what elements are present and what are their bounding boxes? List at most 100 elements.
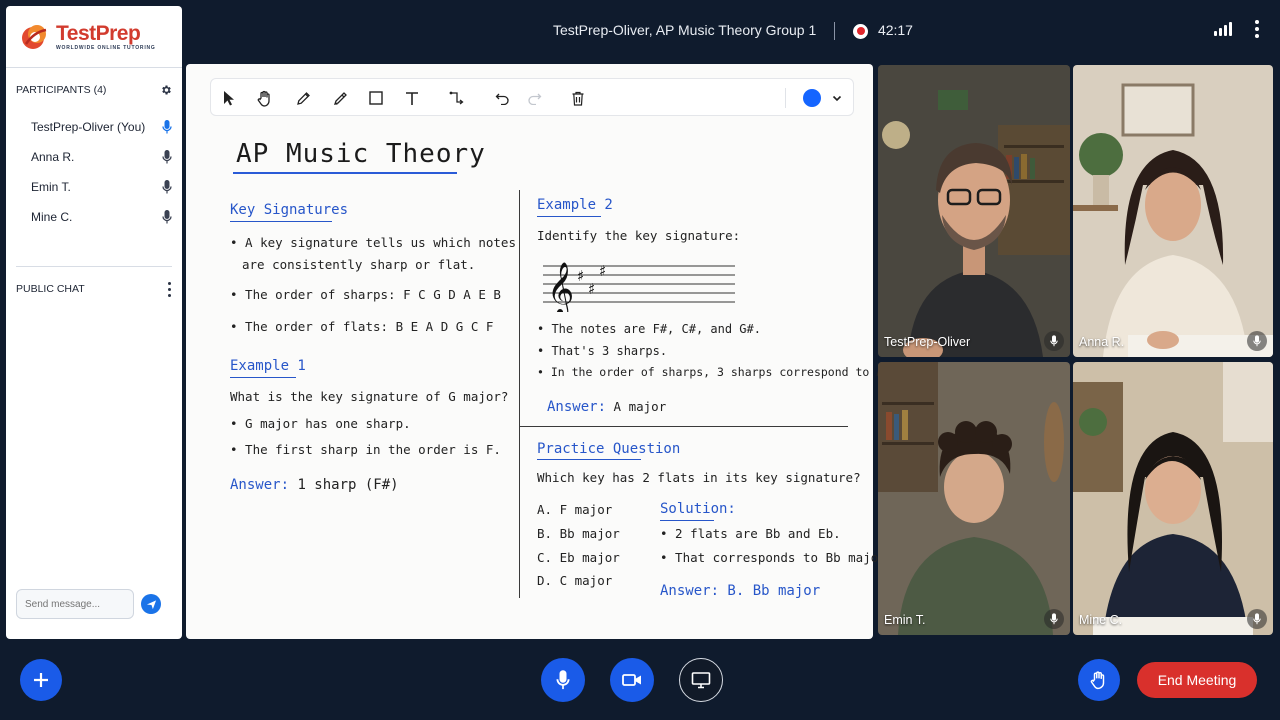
connection-signal-icon[interactable] [1214, 22, 1232, 36]
delete-trash-icon[interactable] [568, 88, 588, 108]
connector-tool-icon[interactable] [447, 88, 467, 108]
mic-icon[interactable] [1044, 331, 1064, 351]
mic-icon[interactable] [162, 150, 172, 164]
pencil-tool-icon[interactable] [293, 88, 313, 108]
rectangle-tool-icon[interactable] [366, 88, 386, 108]
participant-video [878, 65, 1070, 357]
video-name-label: Mine C. [1079, 613, 1123, 627]
chat-options-icon[interactable] [166, 281, 172, 297]
mic-icon[interactable] [1247, 331, 1267, 351]
add-button[interactable] [20, 659, 62, 701]
participant-name: TestPrep-Oliver (You) [31, 120, 146, 134]
screen-share-button[interactable] [679, 658, 723, 702]
example-1-point-1: • G major has one sharp. [230, 416, 411, 431]
chevron-down-icon[interactable] [827, 88, 847, 108]
pen-color-swatch[interactable] [803, 89, 821, 107]
testprep-logo-icon [22, 24, 47, 49]
option-a: A. F major [537, 502, 613, 517]
heading-underline [660, 520, 714, 521]
top-bar: TestPrep-Oliver, AP Music Theory Group 1… [186, 0, 1280, 64]
hand-tool-icon[interactable] [255, 88, 275, 108]
video-tile-mine[interactable]: Mine C. [1073, 362, 1273, 635]
more-options-icon[interactable] [1254, 20, 1260, 38]
meeting-title: TestPrep-Oliver, AP Music Theory Group 1 [553, 22, 817, 38]
sidebar: TestPrep WORLDWIDE ONLINE TUTORING PARTI… [6, 6, 182, 639]
heading-underline [537, 459, 641, 460]
example-1-point-2: • The first sharp in the order is F. [230, 442, 501, 457]
svg-text:♯: ♯ [577, 267, 584, 285]
music-staff-key-signature: 𝄞 ♯ ♯ ♯ [543, 261, 735, 312]
example-2-point-1: • The notes are F#, C#, and G#. [537, 322, 761, 336]
order-of-sharps: • The order of sharps: F C G D A E B [230, 287, 501, 302]
svg-text:𝄞: 𝄞 [547, 261, 574, 312]
mic-icon[interactable] [162, 180, 172, 194]
settings-gear-icon[interactable] [160, 84, 172, 96]
participant-video [1073, 362, 1273, 635]
participant-video [1073, 65, 1273, 357]
microphone-button[interactable] [541, 658, 585, 702]
end-meeting-button[interactable]: End Meeting [1137, 662, 1257, 698]
example-1-answer: Answer: 1 sharp (F#) [230, 477, 399, 493]
heading-underline [537, 216, 601, 217]
participant-list: TestPrep-Oliver (You) Anna R. Emin T. Mi… [6, 112, 182, 232]
option-b: B. Bb major [537, 526, 620, 541]
solution-point-2: • That corresponds to Bb major. [660, 550, 894, 565]
participant-item[interactable]: Anna R. [6, 142, 182, 172]
title-underline [233, 172, 457, 174]
key-signatures-heading: Key Signatures [230, 202, 349, 218]
send-icon [146, 599, 156, 609]
redo-icon[interactable] [524, 88, 544, 108]
mic-icon [556, 670, 570, 690]
answer-label: Answer: [230, 477, 290, 493]
whiteboard[interactable]: AP Music Theory Key Signatures • A key s… [186, 64, 932, 639]
example-2-point-3: • In the order of sharps, 3 sharps corre… [537, 365, 932, 379]
text-tool-icon[interactable] [402, 88, 422, 108]
participant-item[interactable]: TestPrep-Oliver (You) [6, 112, 182, 142]
mic-icon[interactable] [162, 210, 172, 224]
heading-underline [230, 221, 332, 222]
practice-answer: Answer: B. Bb major [660, 583, 821, 599]
video-name-label: TestPrep-Oliver [884, 335, 971, 349]
participants-label: PARTICIPANTS (4) [16, 84, 107, 96]
sidebar-divider [16, 266, 172, 267]
key-sig-text-1: • A key signature tells us which notes [230, 235, 516, 250]
select-tool-icon[interactable] [219, 88, 239, 108]
example-1-heading: Example 1 [230, 358, 306, 374]
video-camera-icon [622, 674, 641, 686]
mic-icon[interactable] [1044, 609, 1064, 629]
participant-item[interactable]: Emin T. [6, 172, 182, 202]
camera-button[interactable] [610, 658, 654, 702]
example-2-prompt: Identify the key signature: [537, 228, 741, 243]
chat-message-input[interactable] [16, 589, 134, 619]
undo-icon[interactable] [492, 88, 512, 108]
brand-tagline: WORLDWIDE ONLINE TUTORING [56, 44, 156, 51]
raise-hand-button[interactable] [1078, 659, 1120, 701]
example-1-question: What is the key signature of G major? [230, 389, 509, 404]
solution-heading: Solution: [660, 501, 736, 517]
send-message-button[interactable] [141, 594, 161, 614]
plus-icon [34, 673, 48, 687]
key-sig-text-2: are consistently sharp or flat. [242, 257, 476, 272]
brand-name: TestPrep [56, 21, 141, 45]
video-tile-emin[interactable]: Emin T. [878, 362, 1070, 635]
video-tile-anna[interactable]: Anna R. [1073, 65, 1273, 357]
mic-icon[interactable] [1247, 609, 1267, 629]
video-tile-oliver[interactable]: TestPrep-Oliver [878, 65, 1070, 357]
section-divider [520, 426, 848, 427]
toolbar-divider [785, 88, 786, 108]
participant-name: Mine C. [31, 210, 73, 224]
answer-label: Answer: [547, 399, 607, 415]
meeting-timer: 42:17 [877, 22, 913, 38]
highlighter-tool-icon[interactable] [330, 88, 350, 108]
answer-value: 1 sharp (F#) [297, 477, 399, 493]
board-title: AP Music Theory [236, 139, 486, 169]
video-name-label: Emin T. [884, 613, 926, 627]
header-divider [834, 22, 836, 41]
participant-item[interactable]: Mine C. [6, 202, 182, 232]
example-2-heading: Example 2 [537, 197, 613, 213]
raise-hand-icon [1090, 671, 1105, 690]
participant-name: Emin T. [31, 180, 71, 194]
example-2-answer: Answer: A major [547, 399, 666, 415]
mic-icon[interactable] [162, 120, 172, 134]
order-of-flats: • The order of flats: B E A D G C F [230, 319, 494, 334]
